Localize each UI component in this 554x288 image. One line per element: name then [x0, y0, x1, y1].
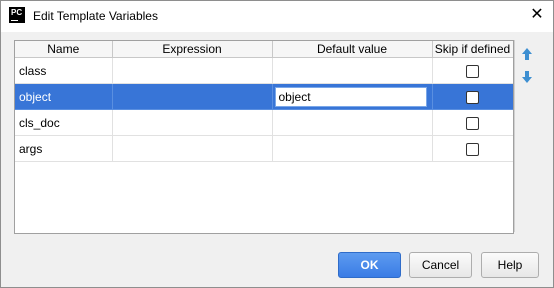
edit-template-variables-dialog: PC Edit Template Variables ✕ Name Expres…	[0, 0, 554, 288]
expression-cell[interactable]	[112, 109, 273, 136]
dialog-title: Edit Template Variables	[33, 9, 158, 23]
arrow-down-icon[interactable]	[519, 69, 535, 85]
skip-if-defined-cell	[432, 109, 513, 136]
default-value-cell	[272, 83, 433, 110]
skip-if-defined-cell	[432, 57, 513, 84]
name-cell[interactable]: class	[15, 57, 113, 84]
skip-if-defined-checkbox[interactable]	[466, 142, 479, 156]
table-header: Name Expression Default value Skip if de…	[15, 41, 513, 58]
name-cell[interactable]: args	[15, 135, 113, 162]
skip-if-defined-cell	[432, 83, 513, 110]
cancel-button[interactable]: Cancel	[409, 252, 472, 278]
table-row[interactable]: class	[15, 57, 513, 84]
close-icon[interactable]: ✕	[525, 3, 549, 27]
expression-cell[interactable]	[112, 83, 273, 110]
variables-table: Name Expression Default value Skip if de…	[14, 40, 514, 234]
ok-button[interactable]: OK	[338, 252, 401, 278]
expression-cell[interactable]	[112, 135, 273, 162]
default-value-cell[interactable]	[272, 57, 433, 84]
skip-if-defined-cell	[432, 135, 513, 162]
skip-if-defined-checkbox[interactable]	[466, 116, 479, 130]
table-row-selected[interactable]: object	[15, 83, 513, 110]
arrow-up-icon[interactable]	[519, 46, 535, 62]
pycharm-icon: PC	[9, 7, 25, 23]
default-value-editor[interactable]	[274, 86, 427, 107]
name-cell[interactable]: object	[15, 83, 113, 110]
table-row[interactable]: args	[15, 135, 513, 162]
column-header-expression[interactable]: Expression	[112, 41, 273, 58]
default-value-cell[interactable]	[272, 109, 433, 136]
name-cell[interactable]: cls_doc	[15, 109, 113, 136]
dialog-footer: OK Cancel Help	[1, 246, 553, 286]
expression-cell[interactable]	[112, 57, 273, 84]
row-order-toolbar	[514, 40, 540, 232]
title-bar: PC Edit Template Variables ✕	[1, 1, 553, 32]
skip-if-defined-checkbox[interactable]	[466, 90, 479, 104]
help-button[interactable]: Help	[481, 252, 539, 278]
table-row[interactable]: cls_doc	[15, 109, 513, 136]
app-icon-text: PC	[11, 8, 23, 17]
column-header-name[interactable]: Name	[15, 41, 113, 58]
column-header-skip-if-defined[interactable]: Skip if defined	[432, 41, 513, 58]
column-header-default-value[interactable]: Default value	[272, 41, 433, 58]
skip-if-defined-checkbox[interactable]	[466, 64, 479, 78]
default-value-cell[interactable]	[272, 135, 433, 162]
